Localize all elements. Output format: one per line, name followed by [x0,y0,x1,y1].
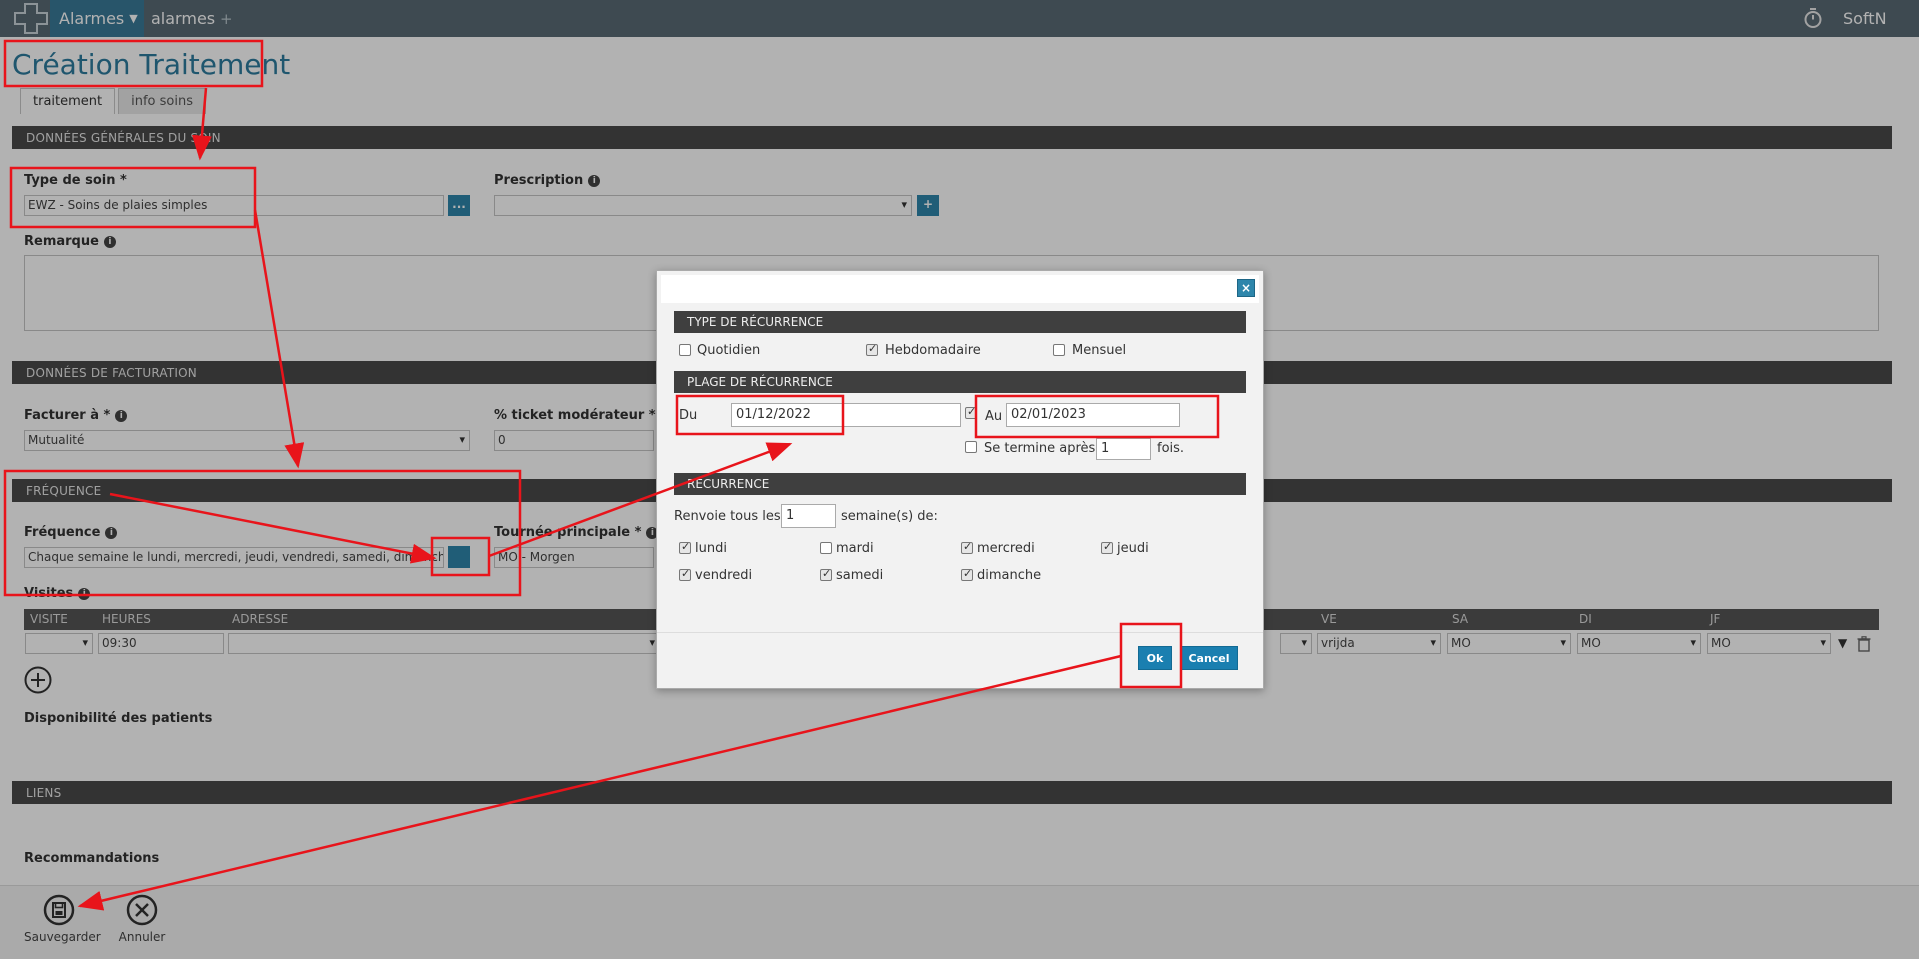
checkbox-lundi[interactable] [679,540,691,554]
checkbox-samedi[interactable] [820,567,832,581]
dialog-header [661,275,1259,303]
checkbox-dimanche[interactable] [961,567,973,581]
lundi-label: lundi [695,541,727,556]
jeudi-label: jeudi [1117,541,1149,556]
repeat-input[interactable]: 1 [781,504,836,528]
checkbox-mensuel[interactable] [1053,344,1065,356]
checkbox-jeudi[interactable] [1101,540,1113,554]
dimanche-label: dimanche [977,568,1042,583]
from-label: Du [679,408,698,423]
ok-button[interactable]: Ok [1138,646,1172,670]
mercredi-label: mercredi [977,541,1035,556]
checkbox-end-date[interactable] [965,405,977,419]
checkbox-end-after[interactable] [965,441,977,453]
repeat-prefix: Renvoie tous les [674,509,781,524]
dialog-footer-divider [657,632,1263,633]
range-title: PLAGE DE RÉCURRENCE [674,371,1246,393]
recurrence-type-title: TYPE DE RÉCURRENCE [674,311,1246,333]
mardi-label: mardi [836,541,874,556]
checkbox-mercredi[interactable] [961,540,973,554]
to-label: Au [985,409,1003,424]
cancel-button[interactable]: Cancel [1180,646,1238,670]
close-icon[interactable]: × [1237,279,1255,297]
end-after-input[interactable]: 1 [1096,438,1151,460]
from-date-input[interactable]: 01/12/2022 [731,403,961,427]
checkbox-vendredi[interactable] [679,567,691,581]
mensuel-label: Mensuel [1072,343,1127,358]
recurrence-dialog: × TYPE DE RÉCURRENCE Quotidien Hebdomada… [656,270,1264,689]
vendredi-label: vendredi [695,568,753,583]
checkbox-hebdomadaire[interactable] [866,342,878,356]
repeat-suffix: semaine(s) de: [841,509,938,524]
checkbox-quotidien[interactable] [679,344,691,356]
hebdomadaire-label: Hebdomadaire [885,343,981,358]
recurrence-title: RECURRENCE [674,473,1246,495]
end-after-label: Se termine après [984,441,1096,456]
quotidien-label: Quotidien [697,343,761,358]
end-after-suffix: fois. [1157,441,1185,456]
to-date-input[interactable]: 02/01/2023 [1006,403,1180,427]
samedi-label: samedi [836,568,884,583]
checkbox-mardi[interactable] [820,542,832,554]
